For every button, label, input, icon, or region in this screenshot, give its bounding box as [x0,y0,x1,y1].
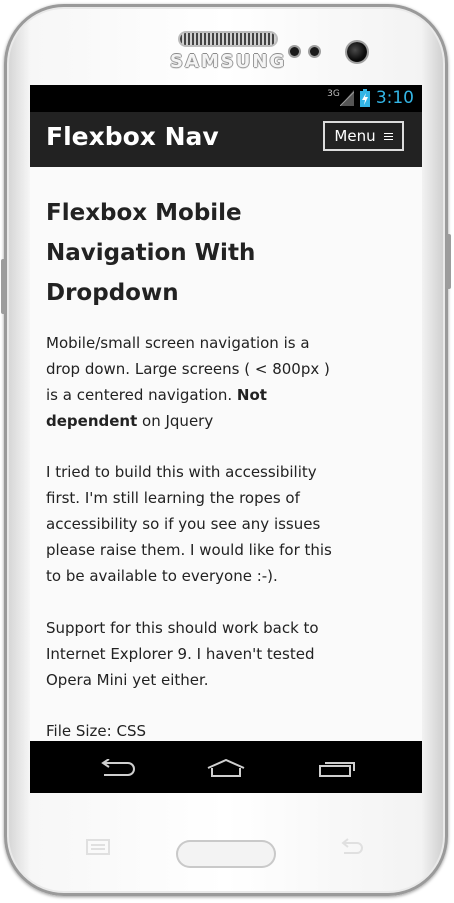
status-bar: 3G 3:10 [30,85,422,112]
back-icon[interactable] [338,838,364,856]
network-type: 3G [327,89,340,99]
battery-icon [359,89,370,107]
paragraph-accessibility: I tried to build this with accessibility… [46,463,332,585]
power-button [446,234,451,289]
proximity-sensor [290,47,299,56]
menu-button[interactable]: Menu [323,121,404,151]
home-icon[interactable] [206,759,246,777]
page-content: Flexbox Mobile Navigation With Dropdown … [30,167,422,741]
back-icon[interactable] [98,759,136,777]
intro-text: Mobile/small screen navigation is a drop… [46,334,330,404]
signal-icon [339,90,354,106]
front-camera [347,42,367,62]
paragraph-support: Support for this should work back to Int… [46,619,319,689]
menu-button-label: Menu [334,127,376,145]
volume-button [1,259,6,314]
hardware-home-button[interactable] [176,840,276,868]
device-screen: 3G 3:10 Flexbox Nav Menu Flexbox Mobile … [30,85,422,793]
recent-apps-icon[interactable] [318,759,356,777]
paragraph-file-size: File Size: CSS [46,722,146,740]
article-heading: Flexbox Mobile Navigation With Dropdown [46,200,256,306]
hamburger-icon [383,131,393,142]
paragraph-intro: Mobile/small screen navigation is a drop… [46,330,346,434]
menu-icon[interactable] [86,838,110,856]
status-time: 3:10 [375,88,414,108]
light-sensor [310,47,319,56]
brand-logo: SAMSUNG [170,51,287,72]
navigation-bar [30,741,422,793]
earpiece-speaker [180,33,276,45]
site-navbar: Flexbox Nav Menu [30,112,422,167]
site-title[interactable]: Flexbox Nav [46,122,219,151]
intro-tail: on Jquery [137,412,214,430]
